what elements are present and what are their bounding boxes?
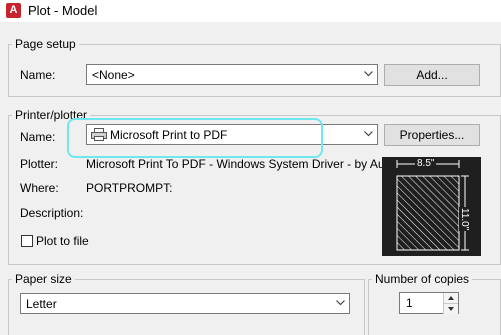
printer-properties-button[interactable]: Properties... — [384, 124, 480, 146]
copies-value: 1 — [406, 296, 413, 310]
copies-increment-button[interactable] — [443, 293, 458, 303]
number-of-copies-legend: Number of copies — [375, 272, 470, 286]
page-setup-name-dropdown[interactable]: <None> — [86, 64, 378, 85]
chevron-down-icon — [360, 125, 377, 144]
paper-size-value: Letter — [26, 297, 57, 311]
paper-size-dropdown[interactable]: Letter — [20, 293, 350, 314]
autocad-app-icon: A — [6, 3, 21, 18]
plot-to-file-label: Plot to file — [36, 234, 89, 248]
description-label: Description: — [20, 206, 84, 220]
printer-name-highlight — [67, 118, 323, 158]
chevron-down-icon — [332, 294, 349, 313]
page-setup-name-label: Name: — [20, 68, 56, 82]
window-title: Plot - Model — [28, 3, 98, 18]
where-value: PORTPROMPT: — [86, 181, 173, 195]
where-label: Where: — [20, 181, 59, 195]
plot-to-file-checkbox[interactable] — [21, 235, 33, 247]
plotter-label: Plotter: — [20, 157, 59, 171]
printer-name-label: Name: — [20, 130, 56, 144]
page-setup-legend: Page setup — [15, 37, 76, 51]
copies-decrement-button[interactable] — [443, 303, 458, 314]
chevron-down-icon — [448, 307, 454, 311]
preview-width-label: 8.5" — [415, 157, 437, 170]
paper-size-legend: Paper size — [15, 272, 72, 286]
preview-height-label: 11.0" — [459, 207, 470, 232]
paper-preview: 8.5" 11.0" — [382, 157, 481, 256]
chevron-up-icon — [448, 296, 454, 300]
plotter-value: Microsoft Print To PDF - Windows System … — [86, 157, 395, 171]
chevron-down-icon — [360, 65, 377, 84]
copies-spinner[interactable]: 1 — [399, 292, 459, 314]
add-page-setup-button[interactable]: Add... — [384, 64, 480, 86]
page-setup-name-value: <None> — [92, 68, 135, 82]
